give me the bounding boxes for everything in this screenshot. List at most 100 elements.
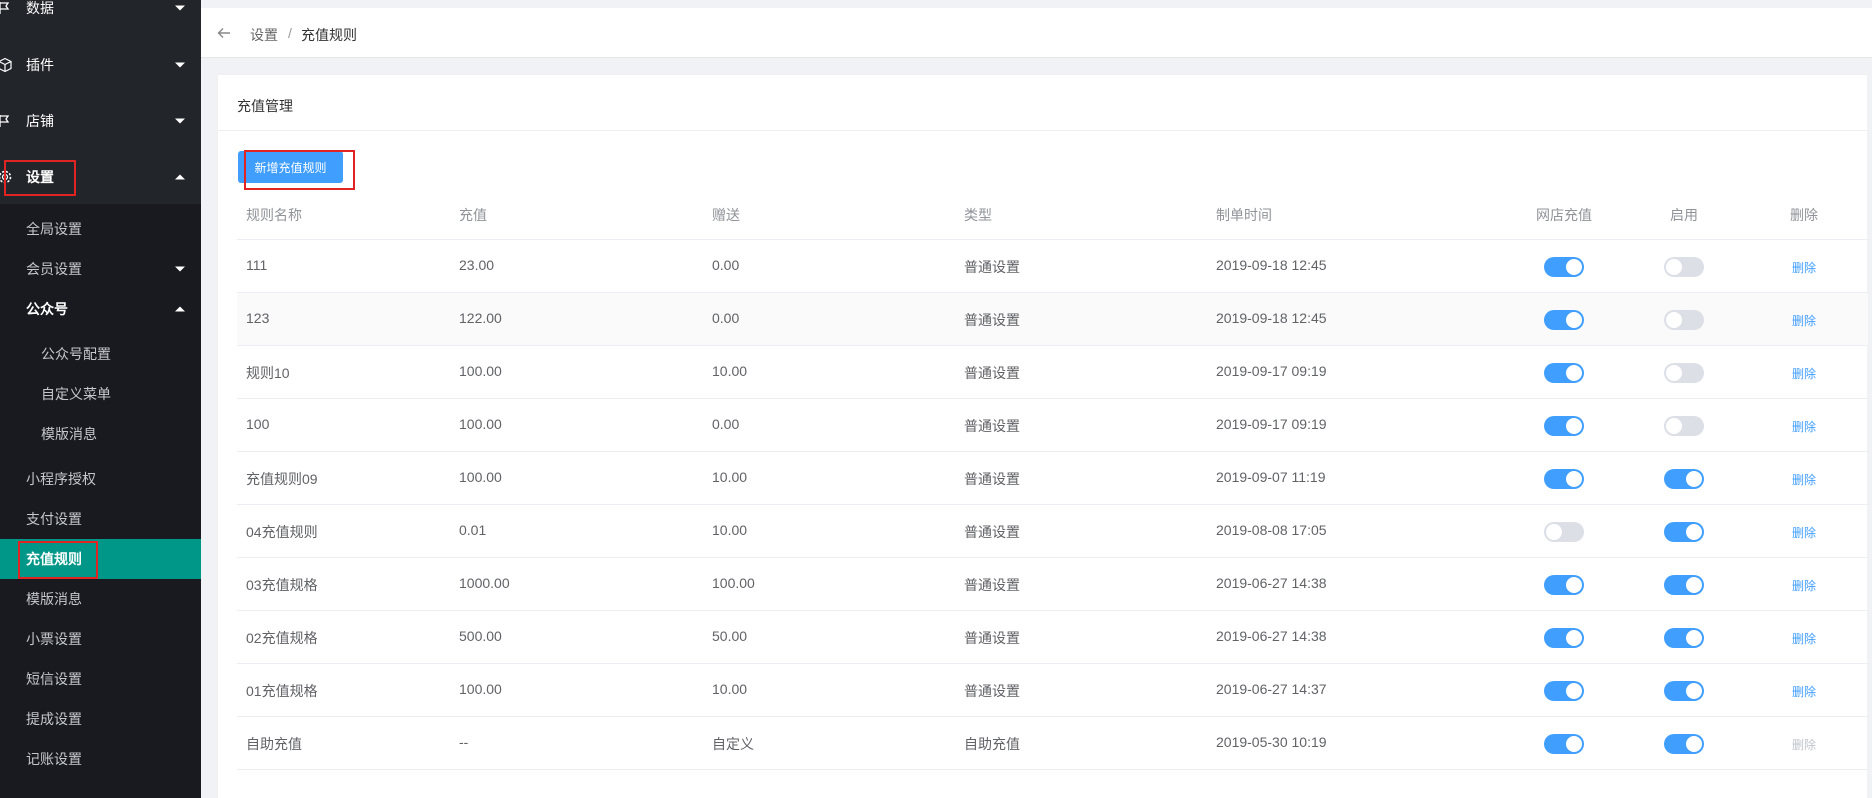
sidebar-item-label: 自定义菜单 <box>41 386 111 402</box>
sidebar-item-custom-menu[interactable]: 自定义菜单 <box>0 374 201 414</box>
online-recharge-switch[interactable] <box>1544 628 1584 648</box>
sidebar-item-sms-settings[interactable]: 短信设置 <box>0 659 201 699</box>
sidebar-item-plugins[interactable]: 插件 <box>0 45 201 85</box>
cell-gift: 0.00 <box>712 257 740 273</box>
cell-type: 自助充值 <box>964 736 1020 752</box>
sidebar: 数据 插件 店铺 设置 全局设置 会员设置 公众号 公众号配置 自定义菜单 模版… <box>0 0 201 798</box>
gear-icon <box>0 170 12 184</box>
switch-knob <box>1666 418 1682 434</box>
sidebar-item-global-settings[interactable]: 全局设置 <box>0 209 201 249</box>
delete-link[interactable]: 删除 <box>1792 312 1816 329</box>
sidebar-item-store[interactable]: 店铺 <box>0 101 201 141</box>
sidebar-item-label: 全局设置 <box>26 221 82 237</box>
chevron-down-icon <box>175 266 185 272</box>
cell-recharge: -- <box>459 734 469 750</box>
delete-link[interactable]: 删除 <box>1792 577 1816 594</box>
sidebar-item-official-account[interactable]: 公众号 <box>0 289 201 329</box>
sidebar-item-label: 支付设置 <box>26 511 82 527</box>
sidebar-item-member-settings[interactable]: 会员设置 <box>0 249 201 289</box>
enabled-switch[interactable] <box>1664 628 1704 648</box>
sidebar-item-bookkeeping-settings[interactable]: 记账设置 <box>0 739 201 779</box>
online-recharge-switch[interactable] <box>1544 416 1584 436</box>
enabled-switch[interactable] <box>1664 681 1704 701</box>
delete-link[interactable]: 删除 <box>1792 524 1816 541</box>
table-row: 规则10 100.00 10.00 普通设置 2019-09-17 09:19 删除 <box>237 346 1868 399</box>
sidebar-item-official-account-config[interactable]: 公众号配置 <box>0 334 201 374</box>
delete-link[interactable]: 删除 <box>1792 471 1816 488</box>
enabled-switch[interactable] <box>1664 734 1704 754</box>
delete-link[interactable]: 删除 <box>1792 418 1816 435</box>
online-recharge-switch[interactable] <box>1544 681 1584 701</box>
cell-gift: 自定义 <box>712 736 754 752</box>
cell-recharge: 23.00 <box>459 257 495 273</box>
online-recharge-switch[interactable] <box>1544 575 1584 595</box>
enabled-switch[interactable] <box>1664 469 1704 489</box>
enabled-switch[interactable] <box>1664 416 1704 436</box>
sidebar-item-label: 设置 <box>26 169 54 185</box>
sidebar-item-label: 模版消息 <box>41 426 97 442</box>
cell-rule-name: 01充值规格 <box>246 683 318 699</box>
online-recharge-switch[interactable] <box>1544 310 1584 330</box>
cell-type: 普通设置 <box>964 577 1020 593</box>
online-recharge-switch[interactable] <box>1544 469 1584 489</box>
sidebar-item-template-message[interactable]: 模版消息 <box>0 579 201 619</box>
switch-knob <box>1686 524 1702 540</box>
cell-rule-name: 02充值规格 <box>246 630 318 646</box>
cell-gift: 10.00 <box>712 681 748 697</box>
cell-recharge: 1000.00 <box>459 575 510 591</box>
switch-knob <box>1686 630 1702 646</box>
cell-rule-name: 123 <box>246 310 270 326</box>
delete-link[interactable]: 删除 <box>1792 683 1816 700</box>
online-recharge-switch[interactable] <box>1544 522 1584 542</box>
delete-link[interactable]: 删除 <box>1792 259 1816 276</box>
sidebar-item-label: 记账设置 <box>26 751 82 767</box>
enabled-switch[interactable] <box>1664 363 1704 383</box>
recharge-rules-table: 规则名称 充值 赠送 类型 制单时间 网店充值 启用 删除 111 23.00 0.00 普通设置 2… <box>237 187 1868 770</box>
sidebar-item-label: 模版消息 <box>26 591 82 607</box>
delete-link[interactable]: 删除 <box>1792 630 1816 647</box>
sidebar-item-label: 插件 <box>26 57 54 73</box>
back-arrow-icon[interactable] <box>217 27 231 39</box>
table-row: 充值规则09 100.00 10.00 普通设置 2019-09-07 11:19 删除 <box>237 452 1868 505</box>
sidebar-item-settings[interactable]: 设置 <box>0 157 201 197</box>
switch-knob <box>1686 471 1702 487</box>
sidebar-item-recharge-rules[interactable]: 充值规则 <box>0 539 201 579</box>
online-recharge-switch[interactable] <box>1544 363 1584 383</box>
table-header: 规则名称 充值 赠送 类型 制单时间 网店充值 启用 删除 <box>237 187 1868 240</box>
header-online-recharge: 网店充值 <box>1536 207 1592 223</box>
cell-type: 普通设置 <box>964 630 1020 646</box>
breadcrumb-item-settings[interactable]: 设置 <box>250 25 278 45</box>
online-recharge-switch[interactable] <box>1544 257 1584 277</box>
add-recharge-rule-button[interactable]: 新增充值规则 <box>238 151 343 183</box>
switch-knob <box>1566 736 1582 752</box>
enabled-switch[interactable] <box>1664 575 1704 595</box>
cell-created-time: 2019-09-17 09:19 <box>1216 363 1327 379</box>
enabled-switch[interactable] <box>1664 257 1704 277</box>
header-rule-name: 规则名称 <box>246 207 302 223</box>
delete-link[interactable]: 删除 <box>1792 365 1816 382</box>
sidebar-item-data[interactable]: 数据 <box>0 0 201 28</box>
sidebar-item-mini-program-auth[interactable]: 小程序授权 <box>0 459 201 499</box>
sidebar-item-receipt-settings[interactable]: 小票设置 <box>0 619 201 659</box>
sidebar-item-commission-settings[interactable]: 提成设置 <box>0 699 201 739</box>
cell-created-time: 2019-06-27 14:38 <box>1216 628 1327 644</box>
table-row: 123 122.00 0.00 普通设置 2019-09-18 12:45 删除 <box>237 293 1868 346</box>
cell-recharge: 122.00 <box>459 310 502 326</box>
cell-type: 普通设置 <box>964 683 1020 699</box>
online-recharge-switch[interactable] <box>1544 734 1584 754</box>
switch-knob <box>1566 683 1582 699</box>
enabled-switch[interactable] <box>1664 310 1704 330</box>
cell-rule-name: 100 <box>246 416 270 432</box>
table-row: 04充值规则 0.01 10.00 普通设置 2019-08-08 17:05 删除 <box>237 505 1868 558</box>
enabled-switch[interactable] <box>1664 522 1704 542</box>
cell-created-time: 2019-06-27 14:38 <box>1216 575 1327 591</box>
cell-rule-name: 03充值规格 <box>246 577 318 593</box>
sidebar-item-label: 公众号配置 <box>41 346 111 362</box>
sidebar-item-payment-settings[interactable]: 支付设置 <box>0 499 201 539</box>
sidebar-item-label: 短信设置 <box>26 671 82 687</box>
sidebar-item-template-message-oa[interactable]: 模版消息 <box>0 414 201 454</box>
sidebar-item-label: 小程序授权 <box>26 471 96 487</box>
delete-link[interactable]: 删除 <box>1792 736 1816 753</box>
cell-created-time: 2019-09-17 09:19 <box>1216 416 1327 432</box>
table-row: 100 100.00 0.00 普通设置 2019-09-17 09:19 删除 <box>237 399 1868 452</box>
